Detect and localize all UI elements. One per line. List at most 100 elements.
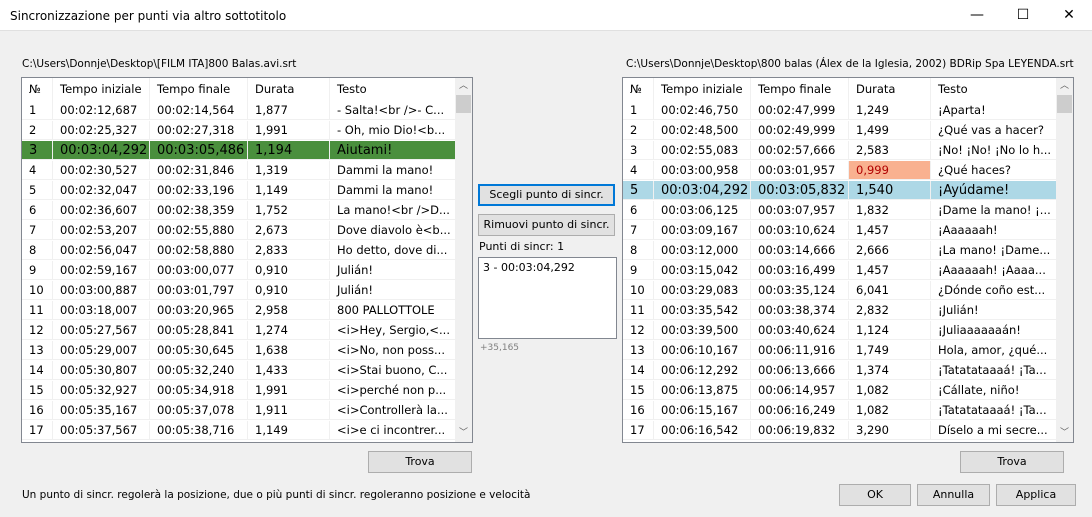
table-row[interactable]: 5 00:03:04,292 00:03:05,832 1,540 ¡Ayúdame! (623, 181, 1056, 201)
right-subtitle-grid[interactable]: № Tempo iniziale Tempo finale Durata Testo 1 0… (622, 77, 1074, 443)
table-cell: 00:02:33,196 (150, 181, 248, 200)
table-row[interactable]: 17 00:06:16,542 00:06:19,832 3,290 Díselo a … (623, 421, 1056, 441)
table-row[interactable]: 10 00:03:00,887 00:03:01,797 0,910 Julián! (22, 281, 455, 301)
table-row[interactable]: 4 00:03:00,958 00:03:01,957 0,999 ¿Qué haces… (623, 161, 1056, 181)
column-header[interactable]: Testo (330, 78, 455, 101)
table-row[interactable]: 10 00:03:29,083 00:03:35,124 6,041 ¿Dónde co… (623, 281, 1056, 301)
table-row[interactable]: 11 00:03:35,542 00:03:38,374 2,832 ¡Julián! (623, 301, 1056, 321)
table-cell: Dove diavolo è<b... (330, 221, 455, 240)
table-row[interactable]: 9 00:02:59,167 00:03:00,077 0,910 Julián! (22, 261, 455, 281)
table-row[interactable]: 3 00:03:04,292 00:03:05,486 1,194 Aiutami! (22, 141, 455, 161)
table-row[interactable]: 4 00:02:30,527 00:02:31,846 1,319 Dammi la m… (22, 161, 455, 181)
scroll-thumb[interactable] (456, 95, 471, 113)
table-row[interactable]: 16 00:05:35,167 00:05:37,078 1,911 <i>Contro… (22, 401, 455, 421)
table-cell: 00:02:55,880 (150, 221, 248, 240)
scroll-down-icon[interactable]: ﹀ (455, 425, 472, 442)
table-cell: 1,457 (849, 261, 931, 280)
table-cell: 00:05:35,167 (53, 401, 150, 420)
table-row[interactable]: 8 00:03:12,000 00:03:14,666 2,666 ¡La mano! … (623, 241, 1056, 261)
cancel-button[interactable]: Annulla (917, 484, 990, 506)
left-subtitle-grid[interactable]: № Tempo iniziale Tempo finale Durata Testo 1 0… (21, 77, 473, 443)
column-header[interactable]: Tempo finale (751, 78, 849, 101)
apply-button[interactable]: Applica (996, 484, 1076, 506)
table-cell: 0,910 (248, 281, 330, 300)
column-header[interactable]: № (623, 78, 654, 101)
scroll-down-icon[interactable]: ﹀ (1056, 425, 1073, 442)
table-cell: 1,991 (248, 381, 330, 400)
sync-points-list[interactable]: 3 - 00:03:04,292 (478, 257, 617, 339)
column-header[interactable]: № (22, 78, 53, 101)
table-row[interactable]: 6 00:03:06,125 00:03:07,957 1,832 ¡Dame la m… (623, 201, 1056, 221)
column-header[interactable]: Durata (849, 78, 931, 101)
table-row[interactable]: 12 00:03:39,500 00:03:40,624 1,124 ¡Juliaaaa… (623, 321, 1056, 341)
table-cell: ¡Julián! (931, 301, 1056, 320)
scroll-up-icon[interactable]: ︿ (455, 78, 472, 95)
table-row[interactable]: 6 00:02:36,607 00:02:38,359 1,752 La mano!<b… (22, 201, 455, 221)
table-cell: 1 (22, 101, 53, 120)
left-find-button[interactable]: Trova (368, 451, 472, 473)
table-cell: 00:06:19,832 (751, 421, 849, 440)
table-row[interactable]: 12 00:05:27,567 00:05:28,841 1,274 <i>Hey, S… (22, 321, 455, 341)
close-button[interactable]: ✕ (1046, 0, 1092, 31)
table-cell: 00:06:15,167 (654, 401, 751, 420)
left-scrollbar[interactable]: ︿ ﹀ (455, 78, 472, 442)
table-cell: 00:06:13,875 (654, 381, 751, 400)
table-row[interactable]: 13 00:06:10,167 00:06:11,916 1,749 Hola, amo… (623, 341, 1056, 361)
table-row[interactable]: 16 00:06:15,167 00:06:16,249 1,082 ¡Tatatata… (623, 401, 1056, 421)
table-cell: Julián! (330, 261, 455, 280)
table-row[interactable]: 8 00:02:56,047 00:02:58,880 2,833 Ho detto, … (22, 241, 455, 261)
table-cell: 00:05:30,645 (150, 341, 248, 360)
table-cell: 11 (22, 301, 53, 320)
scroll-thumb[interactable] (1057, 95, 1072, 113)
table-cell: 11 (623, 301, 654, 320)
table-cell: 00:03:05,486 (150, 141, 248, 160)
column-header[interactable]: Tempo finale (150, 78, 248, 101)
table-cell: 1,149 (248, 421, 330, 440)
remove-sync-point-button[interactable]: Rimuovi punto di sincr. (478, 214, 615, 236)
table-cell: <i>e ci incontrer... (330, 421, 455, 440)
table-row[interactable]: 7 00:02:53,207 00:02:55,880 2,673 Dove diavo… (22, 221, 455, 241)
table-row[interactable]: 13 00:05:29,007 00:05:30,645 1,638 <i>No, no… (22, 341, 455, 361)
table-row[interactable]: 14 00:06:12,292 00:06:13,666 1,374 ¡Tatatata… (623, 361, 1056, 381)
table-cell: ¡Aaaaaah! (931, 221, 1056, 240)
table-cell: 1,082 (849, 401, 931, 420)
table-row[interactable]: 3 00:02:55,083 00:02:57,666 2,583 ¡No! ¡No! … (623, 141, 1056, 161)
table-row[interactable]: 11 00:03:18,007 00:03:20,965 2,958 800 PALLO… (22, 301, 455, 321)
scroll-up-icon[interactable]: ︿ (1056, 78, 1073, 95)
table-cell: 00:02:14,564 (150, 101, 248, 120)
table-row[interactable]: 7 00:03:09,167 00:03:10,624 1,457 ¡Aaaaaah! (623, 221, 1056, 241)
table-row[interactable]: 15 00:06:13,875 00:06:14,957 1,082 ¡Cállate,… (623, 381, 1056, 401)
table-cell: 00:03:05,832 (751, 181, 849, 200)
table-cell: 1,124 (849, 321, 931, 340)
column-header[interactable]: Tempo iniziale (654, 78, 751, 101)
table-row[interactable]: 2 00:02:48,500 00:02:49,999 1,499 ¿Qué vas a… (623, 121, 1056, 141)
column-header[interactable]: Tempo iniziale (53, 78, 150, 101)
choose-sync-point-button[interactable]: Scegli punto di sincr. (478, 184, 615, 206)
right-find-button[interactable]: Trova (960, 451, 1064, 473)
table-cell: 14 (623, 361, 654, 380)
ok-button[interactable]: OK (839, 484, 911, 506)
table-row[interactable]: 15 00:05:32,927 00:05:34,918 1,991 <i>perché… (22, 381, 455, 401)
right-scrollbar[interactable]: ︿ ﹀ (1056, 78, 1073, 442)
table-cell: 00:02:57,666 (751, 141, 849, 160)
maximize-button[interactable]: ☐ (1000, 0, 1046, 31)
column-header[interactable]: Durata (248, 78, 330, 101)
table-cell: 00:02:49,999 (751, 121, 849, 140)
table-cell: 7 (22, 221, 53, 240)
table-row[interactable]: 1 00:02:46,750 00:02:47,999 1,249 ¡Aparta! (623, 101, 1056, 121)
table-row[interactable]: 9 00:03:15,042 00:03:16,499 1,457 ¡Aaaaaah! … (623, 261, 1056, 281)
table-row[interactable]: 5 00:02:32,047 00:02:33,196 1,149 Dammi la m… (22, 181, 455, 201)
table-cell: ¡Dame la mano! ¡... (931, 201, 1056, 220)
table-cell: 3,290 (849, 421, 931, 440)
table-row[interactable]: 17 00:05:37,567 00:05:38,716 1,149 <i>e ci i… (22, 421, 455, 441)
sync-point-item[interactable]: 3 - 00:03:04,292 (483, 261, 612, 274)
table-cell: 00:06:11,916 (751, 341, 849, 360)
table-cell: 1,249 (849, 101, 931, 120)
table-cell: 00:05:30,807 (53, 361, 150, 380)
table-row[interactable]: 14 00:05:30,807 00:05:32,240 1,433 <i>Stai b… (22, 361, 455, 381)
column-header[interactable]: Testo (931, 78, 1056, 101)
table-row[interactable]: 2 00:02:25,327 00:02:27,318 1,991- Oh, mio … (22, 121, 455, 141)
minimize-button[interactable]: — (954, 0, 1000, 31)
table-cell: ¿Qué haces? (931, 161, 1056, 180)
table-row[interactable]: 1 00:02:12,687 00:02:14,564 1,877- Salta!<b… (22, 101, 455, 121)
